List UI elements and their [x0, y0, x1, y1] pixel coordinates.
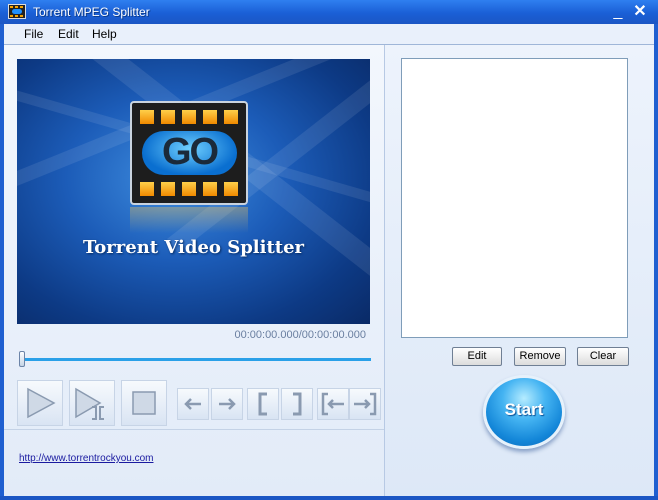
- window-frame-bottom: [0, 496, 658, 500]
- playback-controls: [17, 380, 381, 426]
- step-forward-button[interactable]: [211, 388, 243, 420]
- mark-end-button[interactable]: [281, 388, 313, 420]
- goto-start-button[interactable]: [317, 388, 349, 420]
- seek-slider-thumb[interactable]: [19, 351, 25, 367]
- menu-help[interactable]: Help: [92, 27, 117, 41]
- menu-bar: File Edit Help: [4, 24, 654, 45]
- app-window: Torrent MPEG Splitter _ ✕ File Edit Help…: [0, 0, 658, 500]
- play-button[interactable]: [17, 380, 63, 426]
- video-preview[interactable]: GO Torrent Video Splitter: [17, 59, 370, 324]
- clear-button[interactable]: Clear: [577, 347, 629, 366]
- window-title: Torrent MPEG Splitter: [33, 5, 150, 19]
- app-logo: GO: [130, 101, 248, 205]
- menu-edit[interactable]: Edit: [58, 27, 79, 41]
- start-button-label: Start: [504, 400, 544, 419]
- goto-start-icon: [321, 392, 344, 416]
- stop-button[interactable]: [121, 380, 167, 426]
- start-button[interactable]: Start: [483, 375, 565, 449]
- timecode-display: 00:00:00.000/00:00:00.000: [234, 329, 366, 341]
- footer-divider: [4, 429, 384, 430]
- edit-button[interactable]: Edit: [452, 347, 502, 366]
- preview-caption: Torrent Video Splitter: [82, 237, 305, 258]
- goto-end-icon: [354, 392, 377, 416]
- goto-end-button[interactable]: [349, 388, 381, 420]
- minimize-button[interactable]: _: [609, 3, 627, 21]
- seek-slider-track[interactable]: [22, 358, 371, 361]
- bracket-end-icon: [293, 392, 302, 416]
- logo-text: GO: [161, 131, 219, 173]
- arrow-left-icon: [184, 398, 201, 410]
- mark-start-button[interactable]: [247, 388, 279, 420]
- logo-reflection: [130, 207, 248, 233]
- app-icon: [8, 4, 26, 19]
- play-icon: [27, 387, 56, 419]
- stop-icon: [132, 391, 156, 415]
- remove-button[interactable]: Remove: [514, 347, 566, 366]
- play-segment-button[interactable]: [69, 380, 115, 426]
- step-back-button[interactable]: [177, 388, 209, 420]
- play-segment-icon: [75, 387, 104, 420]
- menu-file[interactable]: File: [24, 27, 43, 41]
- website-link[interactable]: http://www.torrentrockyou.com: [19, 453, 154, 464]
- close-button[interactable]: ✕: [631, 3, 649, 21]
- title-bar[interactable]: Torrent MPEG Splitter _ ✕: [0, 0, 658, 24]
- file-list[interactable]: [401, 58, 628, 338]
- bracket-start-icon: [258, 392, 267, 416]
- arrow-right-icon: [219, 398, 236, 410]
